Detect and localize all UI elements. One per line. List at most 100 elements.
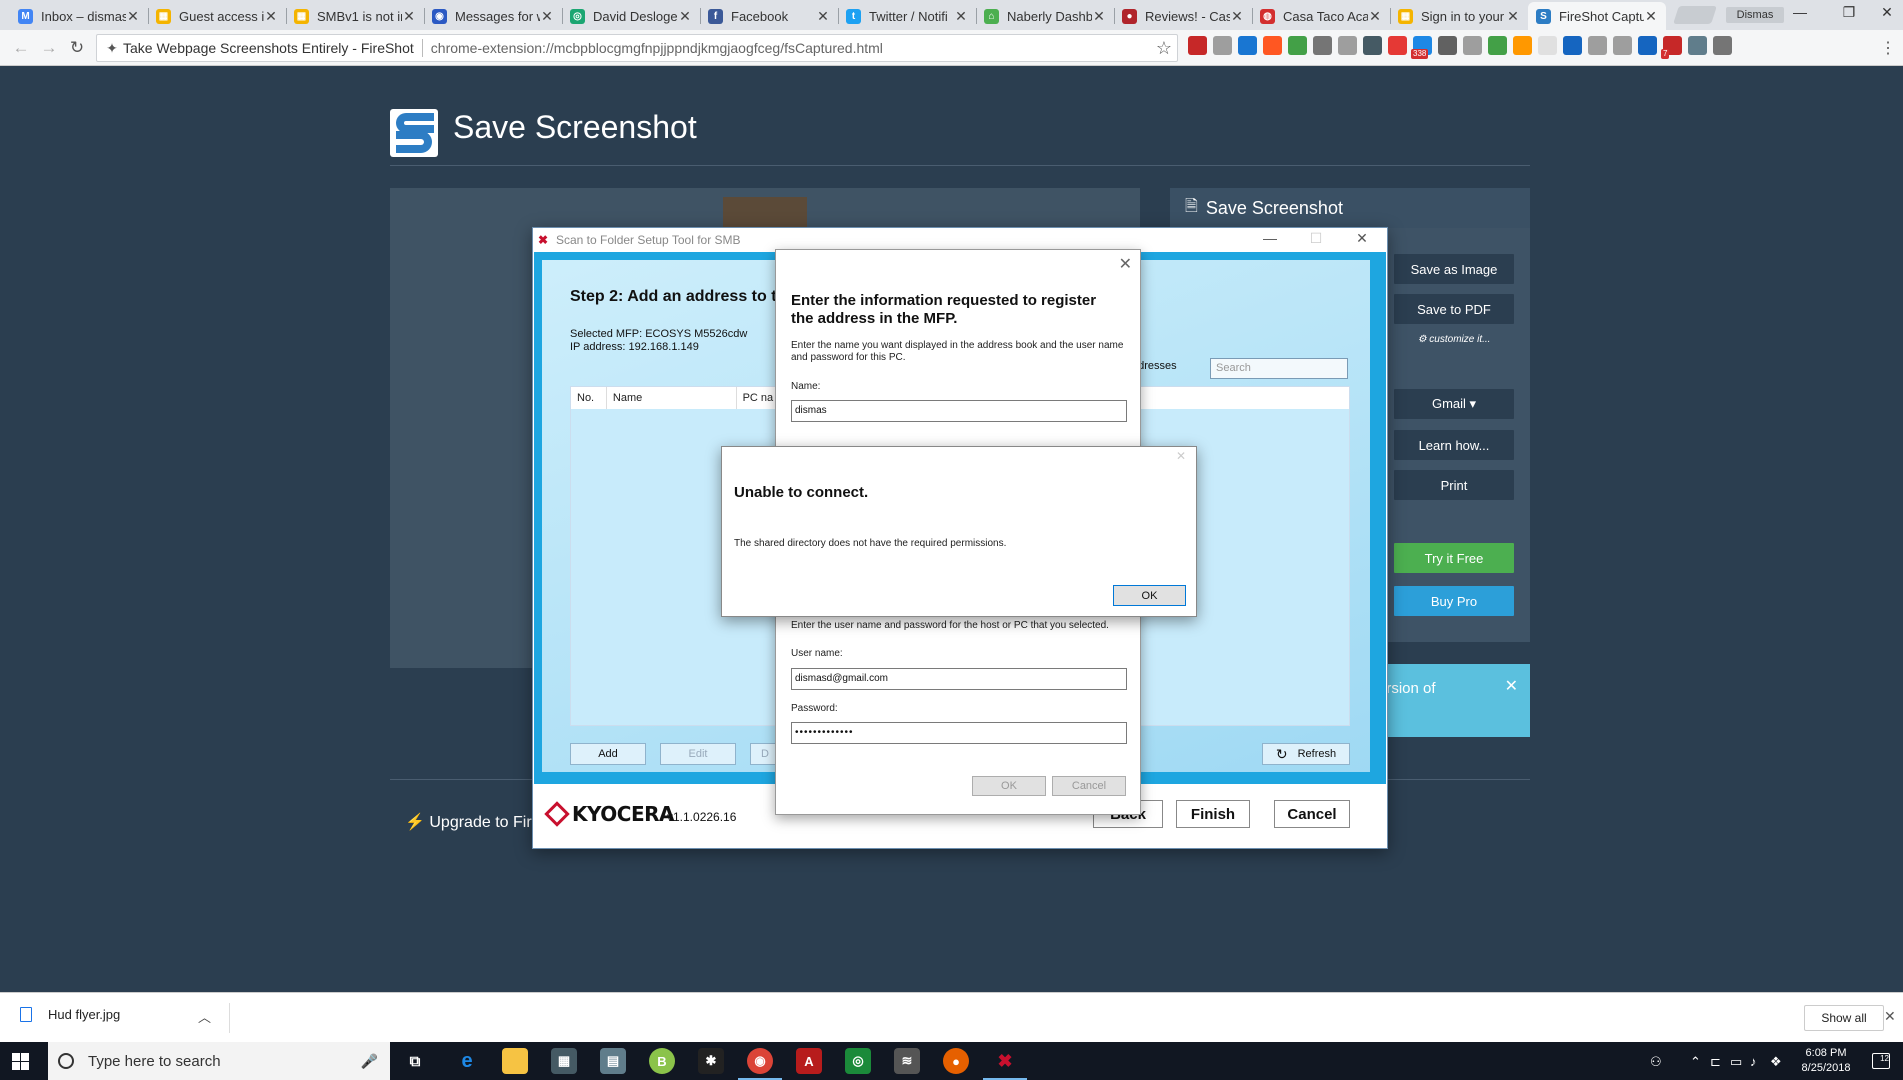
tab-close-icon[interactable]: ✕ xyxy=(402,8,416,25)
error-ok-button[interactable]: OK xyxy=(1113,585,1186,606)
minimize-icon[interactable]: — xyxy=(1785,4,1815,20)
browser-tab[interactable]: ● Reviews! - Casa✕ xyxy=(1114,2,1252,30)
extension-icon[interactable] xyxy=(1363,36,1382,55)
extension-icon[interactable] xyxy=(1513,36,1532,55)
people-icon[interactable]: ⚇ xyxy=(1650,1054,1662,1070)
finish-button[interactable]: Finish xyxy=(1176,800,1250,828)
taskbar-search-box[interactable]: Type here to search 🎤 xyxy=(48,1042,390,1080)
banner-close-icon[interactable]: ✕ xyxy=(1505,676,1518,696)
add-button[interactable]: Add xyxy=(570,743,646,765)
tab-close-icon[interactable]: ✕ xyxy=(678,8,692,25)
try-free-button[interactable]: Try it Free xyxy=(1394,543,1514,573)
refresh-button[interactable]: ↻ Refresh xyxy=(1262,743,1350,765)
firefox-icon[interactable]: ● xyxy=(943,1048,969,1074)
browser-tab[interactable]: ▦ SMBv1 is not in ✕ xyxy=(286,2,424,30)
chrome-icon[interactable]: ◉ xyxy=(747,1048,773,1074)
minimize-icon[interactable]: — xyxy=(1250,230,1290,246)
file-explorer-icon[interactable] xyxy=(502,1048,528,1074)
network-icon[interactable]: ⊏ xyxy=(1710,1054,1721,1070)
save-as-image-button[interactable]: Save as Image xyxy=(1394,254,1514,284)
extension-icon[interactable] xyxy=(1688,36,1707,55)
reload-icon[interactable]: ↻ xyxy=(66,38,88,58)
extension-icon[interactable] xyxy=(1463,36,1482,55)
store-icon[interactable]: ▦ xyxy=(551,1048,577,1074)
browser-tab[interactable]: ▦ Sign in to your ✕ xyxy=(1390,2,1528,30)
browser-tab[interactable]: S FireShot Captu ✕ xyxy=(1528,2,1666,30)
extension-icon[interactable] xyxy=(1288,36,1307,55)
extension-icon[interactable] xyxy=(1613,36,1632,55)
url-text[interactable]: chrome-extension://mcbpblocgmgfnpjjppndj… xyxy=(431,40,1151,56)
close-icon[interactable]: ✕ xyxy=(1342,230,1382,247)
slack-icon[interactable]: ✱ xyxy=(698,1048,724,1074)
task-view-icon[interactable]: ⧉ xyxy=(402,1048,428,1074)
gmail-button[interactable]: Gmail ▾ xyxy=(1394,389,1514,419)
dialog-cancel-button[interactable]: Cancel xyxy=(1052,776,1126,796)
profile-button[interactable]: Dismas xyxy=(1726,7,1784,23)
edit-button[interactable]: Edit xyxy=(660,743,736,765)
browser-tab[interactable]: ◉ Messages for w ✕ xyxy=(424,2,562,30)
tab-close-icon[interactable]: ✕ xyxy=(1368,8,1382,25)
address-bar[interactable]: ✦ Take Webpage Screenshots Entirely - Fi… xyxy=(96,34,1178,62)
green-app-icon[interactable]: B xyxy=(649,1048,675,1074)
bookmark-star-icon[interactable]: ☆ xyxy=(1151,38,1177,59)
restore-icon[interactable]: ❐ xyxy=(1834,4,1864,21)
notification-icon[interactable]: 12 xyxy=(1872,1053,1890,1069)
new-tab-button[interactable] xyxy=(1673,6,1717,24)
tray-chevron-icon[interactable]: ⌃ xyxy=(1690,1054,1701,1070)
close-icon[interactable]: ✕ xyxy=(1884,1008,1896,1025)
dialog-ok-button[interactable]: OK xyxy=(972,776,1046,796)
extension-icon[interactable] xyxy=(1588,36,1607,55)
calculator-icon[interactable]: ▤ xyxy=(600,1048,626,1074)
extension-icon[interactable] xyxy=(1238,36,1257,55)
browser-tab[interactable]: ◍ Casa Taco Acad ✕ xyxy=(1252,2,1390,30)
microphone-icon[interactable]: 🎤 xyxy=(361,1053,378,1070)
cancel-button[interactable]: Cancel xyxy=(1274,800,1350,828)
chrome-menu-icon[interactable]: ⋮ xyxy=(1880,38,1896,58)
extension-icon[interactable] xyxy=(1213,36,1232,55)
browser-tab[interactable]: M Inbox – dismas ✕ xyxy=(10,2,148,30)
extension-icon[interactable] xyxy=(1713,36,1732,55)
col-name[interactable]: Name xyxy=(607,387,737,409)
browser-tab[interactable]: f Facebook ✕ xyxy=(700,2,838,30)
extension-icon[interactable]: 338 xyxy=(1411,36,1432,59)
learn-how-button[interactable]: Learn how... xyxy=(1394,430,1514,460)
volume-icon[interactable]: ♪ xyxy=(1750,1054,1757,1069)
extension-icon[interactable] xyxy=(1338,36,1357,55)
browser-tab[interactable]: ⌂ Naberly Dashb ✕ xyxy=(976,2,1114,30)
extension-icon[interactable] xyxy=(1188,36,1207,55)
tab-close-icon[interactable]: ✕ xyxy=(954,8,968,25)
dialog-close-icon[interactable]: ✕ xyxy=(1119,254,1132,274)
extension-icon[interactable] xyxy=(1638,36,1657,55)
windows-start-icon[interactable] xyxy=(12,1053,29,1070)
chevron-up-icon[interactable]: ︿ xyxy=(198,1007,211,1026)
tab-close-icon[interactable]: ✕ xyxy=(126,8,140,25)
back-icon[interactable]: ← xyxy=(10,38,32,58)
extension-icon[interactable] xyxy=(1263,36,1282,55)
tab-close-icon[interactable]: ✕ xyxy=(1644,8,1658,25)
password-field[interactable]: ••••••••••••• xyxy=(791,722,1127,744)
tab-close-icon[interactable]: ✕ xyxy=(1506,8,1520,25)
battery-icon[interactable]: ▭ xyxy=(1730,1054,1742,1070)
browser-tab[interactable]: t Twitter / Notifi ✕ xyxy=(838,2,976,30)
address-search-input[interactable]: Search xyxy=(1210,358,1348,379)
extension-icon[interactable] xyxy=(1563,36,1582,55)
extension-icon[interactable] xyxy=(1388,36,1407,55)
extension-icon[interactable] xyxy=(1313,36,1332,55)
col-no[interactable]: No. xyxy=(571,387,607,409)
download-item[interactable]: Hud flyer.jpg xyxy=(20,1007,120,1022)
upgrade-link[interactable]: ⚡ Upgrade to FireS xyxy=(405,812,551,832)
error-close-icon[interactable]: ✕ xyxy=(1176,449,1186,463)
extension-icon[interactable] xyxy=(1438,36,1457,55)
browser-tab[interactable]: ▦ Guest access in ✕ xyxy=(148,2,286,30)
browser-tab[interactable]: ◎ David Desloge ✕ xyxy=(562,2,700,30)
extension-icon[interactable] xyxy=(1488,36,1507,55)
tornado-app-icon[interactable]: ≋ xyxy=(894,1048,920,1074)
show-all-button[interactable]: Show all xyxy=(1804,1005,1884,1031)
green-square-app-icon[interactable]: ◎ xyxy=(845,1048,871,1074)
print-button[interactable]: Print xyxy=(1394,470,1514,500)
name-field[interactable]: dismas xyxy=(791,400,1127,422)
forward-icon[interactable]: → xyxy=(38,38,60,58)
save-to-pdf-button[interactable]: Save to PDF xyxy=(1394,294,1514,324)
system-clock[interactable]: 6:08 PM 8/25/2018 xyxy=(1795,1046,1857,1076)
dropbox-icon[interactable]: ❖ xyxy=(1770,1054,1782,1070)
